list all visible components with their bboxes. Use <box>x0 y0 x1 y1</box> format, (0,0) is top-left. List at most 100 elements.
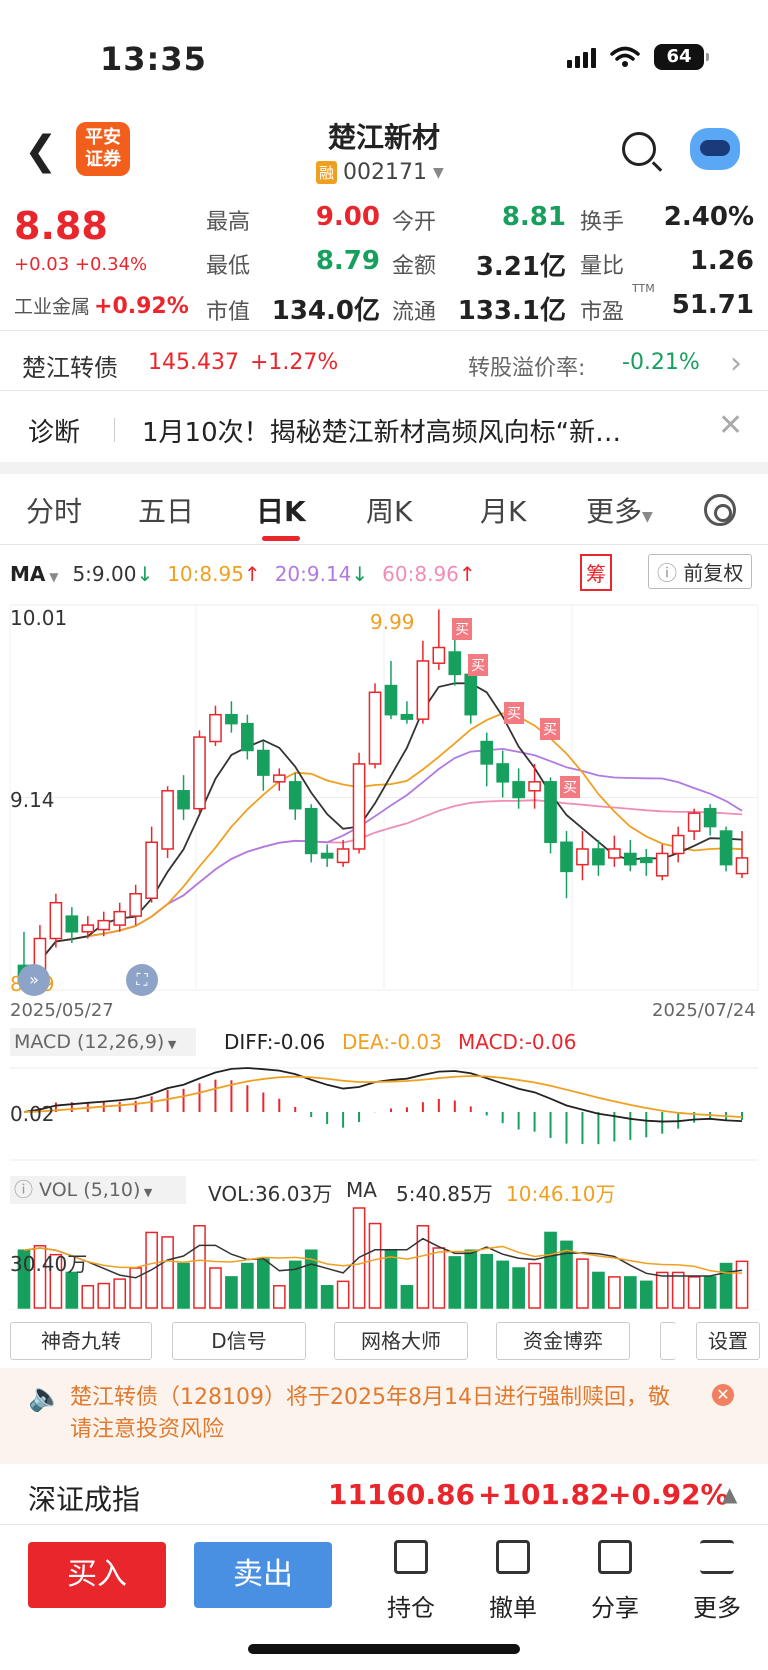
vol-ma-label: MA <box>346 1178 377 1202</box>
volume-bar <box>336 1280 350 1309</box>
vol-value: VOL:36.03万 <box>208 1182 333 1206</box>
more-button[interactable]: 更多 <box>682 1540 752 1623</box>
candle-body <box>368 691 382 765</box>
list-icon <box>700 1540 734 1574</box>
notice-text[interactable]: 楚江转债（128109）将于2025年8月14日进行强制赎回，敬请注意投资风险 <box>70 1382 690 1446</box>
cancel-order-button[interactable]: 撤单 <box>478 1540 548 1623</box>
volume-bar <box>703 1276 717 1309</box>
volume-bar <box>209 1267 222 1309</box>
volume-bar <box>464 1249 478 1309</box>
indicator-grid-master[interactable]: 网格大师 <box>334 1322 468 1360</box>
candle-body <box>448 651 462 676</box>
macd-diff-line <box>23 1067 743 1123</box>
volume-bar <box>496 1260 510 1309</box>
candle-body <box>703 807 717 828</box>
volume-bar <box>272 1285 286 1309</box>
ma60-line <box>23 799 743 984</box>
macd-dea: DEA:-0.03 <box>342 1030 442 1054</box>
fullscreen-icon[interactable]: ⛶ <box>126 964 158 996</box>
indicator-settings[interactable]: 设置 <box>696 1322 760 1360</box>
volume-bar <box>448 1256 462 1309</box>
volume-bar <box>655 1271 669 1309</box>
volume-bar <box>368 1222 382 1309</box>
candle-body <box>49 901 63 940</box>
index-pct: +0.92% <box>608 1478 729 1511</box>
candle-body <box>735 857 749 875</box>
volume-bar <box>687 1276 701 1309</box>
candle-body <box>272 774 286 783</box>
index-value: 11160.86 <box>328 1478 476 1511</box>
candle-body <box>655 852 669 877</box>
speaker-icon: 🔈 <box>28 1380 63 1413</box>
volume-bar <box>639 1280 653 1309</box>
buy-signal: 买 <box>504 702 524 724</box>
volume-bar <box>400 1285 414 1309</box>
candle-body <box>623 852 637 866</box>
candle-body <box>81 924 95 933</box>
buy-signal: 买 <box>452 618 472 640</box>
expand-left-icon[interactable]: » <box>18 964 50 996</box>
candle-body <box>671 834 685 855</box>
vol-selector[interactable]: ⓘ VOL (5,10) ▼ <box>10 1176 186 1204</box>
ma5-line <box>23 682 743 984</box>
volume-bar <box>432 1247 446 1309</box>
candle-body <box>719 830 733 866</box>
date-end: 2025/07/24 <box>652 1000 756 1021</box>
ma5-path <box>23 682 743 984</box>
candle-body <box>687 812 701 832</box>
sell-button[interactable]: 卖出 <box>194 1542 332 1608</box>
candle-body <box>496 763 510 783</box>
candle-body <box>113 910 127 926</box>
volume-bar <box>177 1262 190 1309</box>
candle-body <box>544 781 557 844</box>
indicator-d-signal[interactable]: D信号 <box>172 1322 306 1360</box>
candle-body <box>528 781 541 792</box>
high-mark-label: 9.99 <box>370 610 415 634</box>
ma60-path <box>23 799 743 984</box>
indicator-magic-nine[interactable]: 神奇九转 <box>10 1322 152 1360</box>
volume-bar <box>129 1267 143 1309</box>
candle-body <box>225 713 238 725</box>
indicator-fund-game[interactable]: 资金博弈 <box>496 1322 630 1360</box>
volume-bar <box>161 1236 174 1309</box>
candle-body <box>65 915 79 933</box>
price-mid-label: 9.14 <box>10 788 55 812</box>
volume-bar <box>544 1231 557 1309</box>
index-change: +101.82 <box>478 1478 610 1511</box>
macd-level: 0.02 <box>10 1102 55 1126</box>
indicator-more[interactable] <box>660 1322 676 1360</box>
candle-body <box>464 673 478 716</box>
positions-label: 持仓 <box>387 1594 435 1622</box>
volume-bar <box>113 1278 127 1309</box>
candle-body <box>177 790 190 810</box>
buy-signal: 买 <box>560 776 580 798</box>
volume-bar <box>528 1262 541 1309</box>
positions-button[interactable]: 持仓 <box>376 1540 446 1623</box>
index-name[interactable]: 深证成指 <box>28 1478 140 1518</box>
macd-selector[interactable]: MACD (12,26,9) ▼ <box>10 1028 196 1056</box>
volume-bar <box>320 1285 334 1309</box>
macd-panel <box>23 1067 744 1145</box>
close-icon[interactable]: ✕ <box>712 1384 734 1406</box>
vol-ma10: 10:46.10万 <box>506 1182 616 1206</box>
caret-up-icon[interactable]: ▲ <box>722 1482 737 1506</box>
kline-chart[interactable] <box>0 0 768 1310</box>
volume-bar <box>97 1282 111 1309</box>
buy-signal: 买 <box>540 718 560 740</box>
volume-bar <box>592 1271 605 1309</box>
candle-body <box>560 841 573 873</box>
candle-body <box>320 852 334 859</box>
share-icon <box>598 1540 632 1574</box>
volume-bar <box>512 1267 525 1309</box>
macd-diff: DIFF:-0.06 <box>224 1030 326 1054</box>
share-button[interactable]: 分享 <box>580 1540 650 1623</box>
volume-bar <box>65 1271 79 1309</box>
candle-body <box>304 807 318 855</box>
buy-button[interactable]: 买入 <box>28 1542 166 1608</box>
home-indicator <box>248 1644 520 1654</box>
date-start: 2025/05/27 <box>10 1000 114 1021</box>
volume-bar <box>480 1253 494 1309</box>
more-label: 更多 <box>693 1594 741 1622</box>
candle-body <box>256 749 270 776</box>
candle-body <box>209 713 222 743</box>
